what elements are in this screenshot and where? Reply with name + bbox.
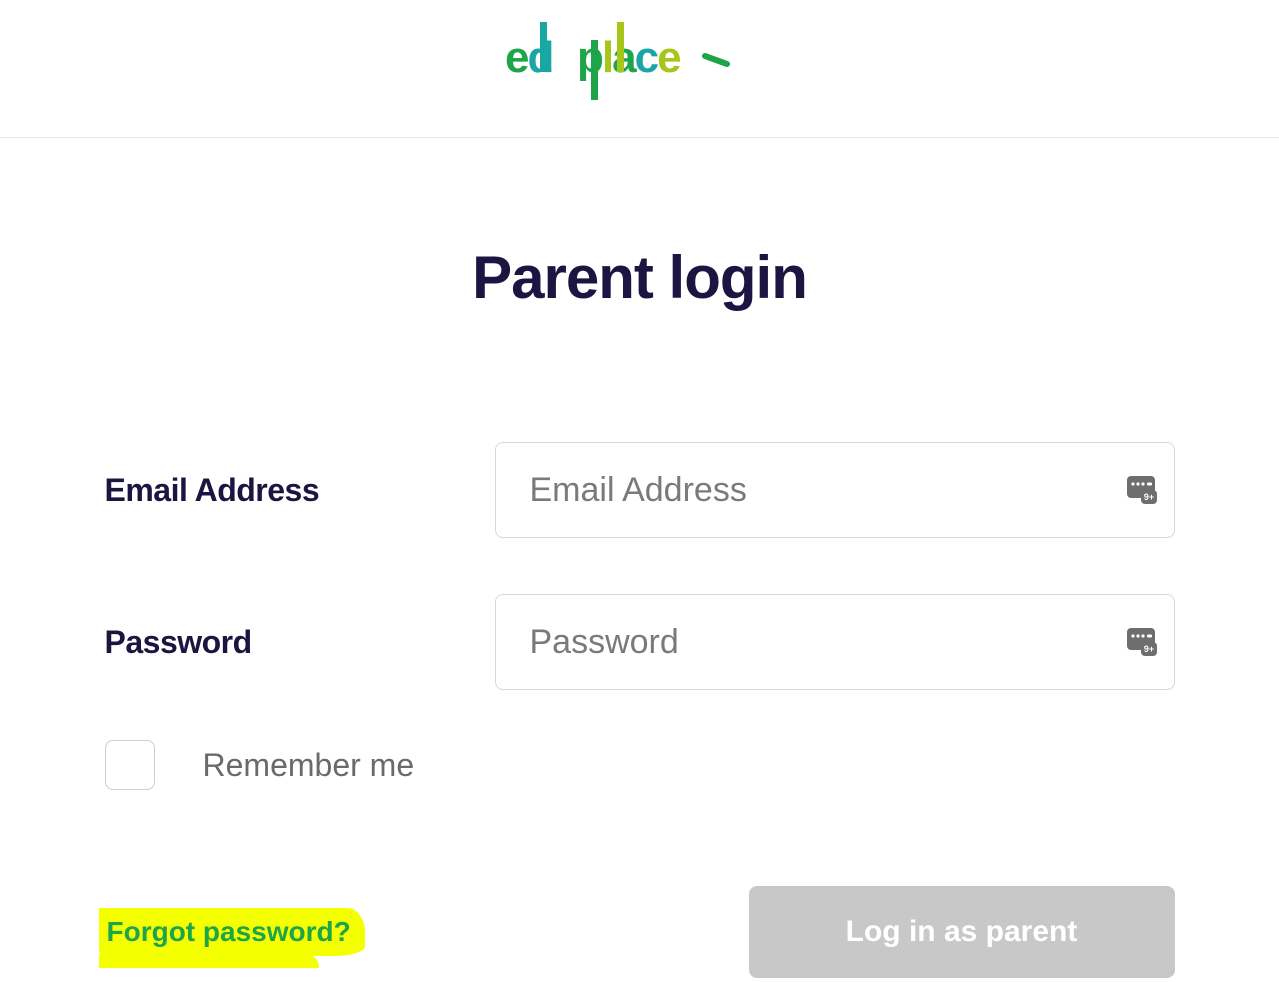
login-button[interactable]: Log in as parent [749, 886, 1175, 978]
bottom-row: Forgot password? Log in as parent [105, 886, 1175, 978]
password-manager-icon[interactable]: 9+ [1127, 627, 1157, 657]
password-label: Password [105, 624, 495, 661]
email-field[interactable] [495, 442, 1175, 538]
remember-row: Remember me [105, 740, 1175, 790]
password-input-wrap: 9+ [495, 594, 1175, 690]
forgot-password-wrap: Forgot password? [105, 914, 353, 950]
svg-text:9+: 9+ [1143, 492, 1153, 502]
password-field[interactable] [495, 594, 1175, 690]
edplace-logo-svg: ed place [505, 22, 775, 102]
highlight-decor [99, 954, 319, 968]
remember-me-checkbox[interactable] [105, 740, 155, 790]
header: ed place [0, 0, 1279, 138]
password-manager-icon[interactable]: 9+ [1127, 475, 1157, 505]
remember-me-label: Remember me [203, 747, 415, 784]
forgot-password-link[interactable]: Forgot password? [105, 914, 353, 950]
svg-text:9+: 9+ [1143, 644, 1153, 654]
login-form: Email Address 9+ Password [105, 442, 1175, 978]
email-input-wrap: 9+ [495, 442, 1175, 538]
email-label: Email Address [105, 472, 495, 509]
logo[interactable]: ed place [505, 22, 775, 107]
main: Parent login Email Address 9+ Password [95, 138, 1185, 978]
page-title: Parent login [105, 243, 1175, 312]
